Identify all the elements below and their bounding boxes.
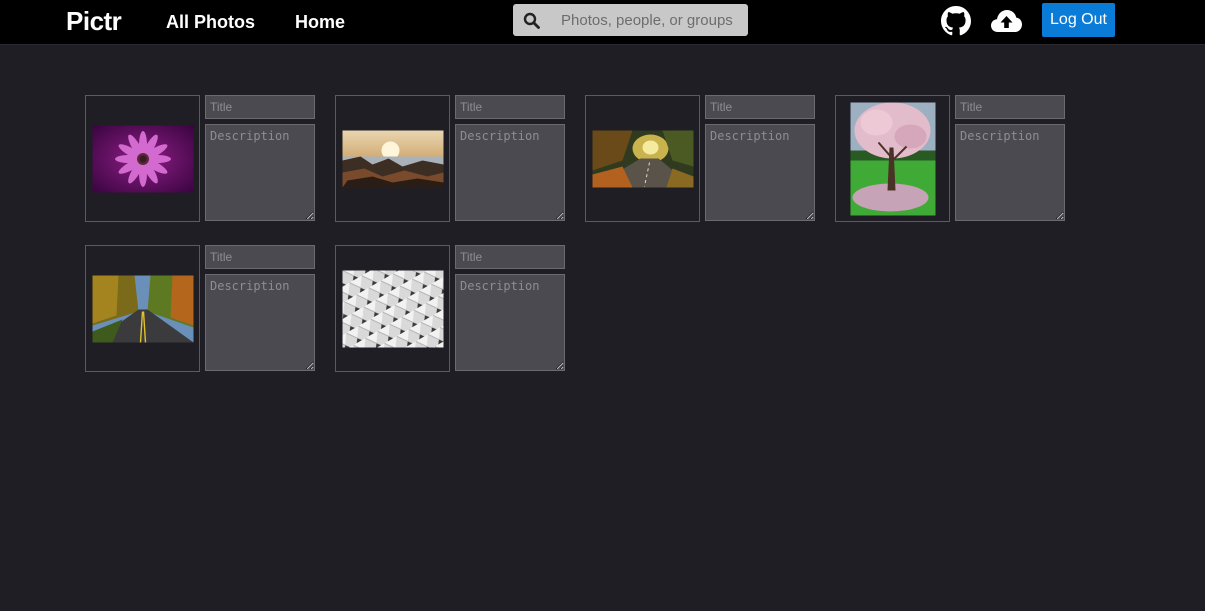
photo-card bbox=[335, 245, 565, 372]
title-field[interactable] bbox=[205, 95, 315, 119]
title-field[interactable] bbox=[455, 245, 565, 269]
photo-thumbnail[interactable] bbox=[850, 102, 935, 215]
photo-thumbnail-frame bbox=[85, 245, 200, 372]
title-field[interactable] bbox=[955, 95, 1065, 119]
description-field[interactable] bbox=[205, 274, 315, 371]
pictr-logo[interactable]: Pictr bbox=[66, 6, 122, 37]
photo-thumbnail[interactable] bbox=[342, 130, 443, 187]
photo-thumbnail[interactable] bbox=[592, 130, 693, 187]
description-field[interactable] bbox=[955, 124, 1065, 221]
description-field[interactable] bbox=[205, 124, 315, 221]
photo-thumbnail[interactable] bbox=[92, 125, 193, 192]
photo-thumbnail[interactable] bbox=[92, 275, 193, 342]
github-icon[interactable] bbox=[941, 6, 971, 41]
photo-card bbox=[85, 95, 315, 222]
photo-card bbox=[85, 245, 315, 372]
photo-thumbnail-frame bbox=[835, 95, 950, 222]
title-field[interactable] bbox=[705, 95, 815, 119]
photo-thumbnail[interactable] bbox=[342, 270, 443, 347]
nav-all-photos[interactable]: All Photos bbox=[166, 12, 255, 33]
logout-button[interactable]: Log Out bbox=[1042, 3, 1115, 37]
photo-card bbox=[335, 95, 565, 222]
search-input[interactable] bbox=[553, 4, 743, 36]
search-icon[interactable] bbox=[523, 12, 540, 34]
photo-thumbnail-frame bbox=[85, 95, 200, 222]
title-field[interactable] bbox=[205, 245, 315, 269]
photo-thumbnail-frame bbox=[335, 95, 450, 222]
photo-card bbox=[585, 95, 815, 222]
nav-home[interactable]: Home bbox=[295, 12, 345, 33]
search-bar bbox=[513, 4, 748, 36]
description-field[interactable] bbox=[455, 124, 565, 221]
description-field[interactable] bbox=[705, 124, 815, 221]
title-field[interactable] bbox=[455, 95, 565, 119]
photo-card bbox=[835, 95, 1065, 222]
photo-thumbnail-frame bbox=[335, 245, 450, 372]
description-field[interactable] bbox=[455, 274, 565, 371]
cloud-upload-icon[interactable] bbox=[990, 8, 1023, 39]
top-navbar: Pictr All Photos Home Log Out bbox=[0, 0, 1205, 45]
photo-thumbnail-frame bbox=[585, 95, 700, 222]
